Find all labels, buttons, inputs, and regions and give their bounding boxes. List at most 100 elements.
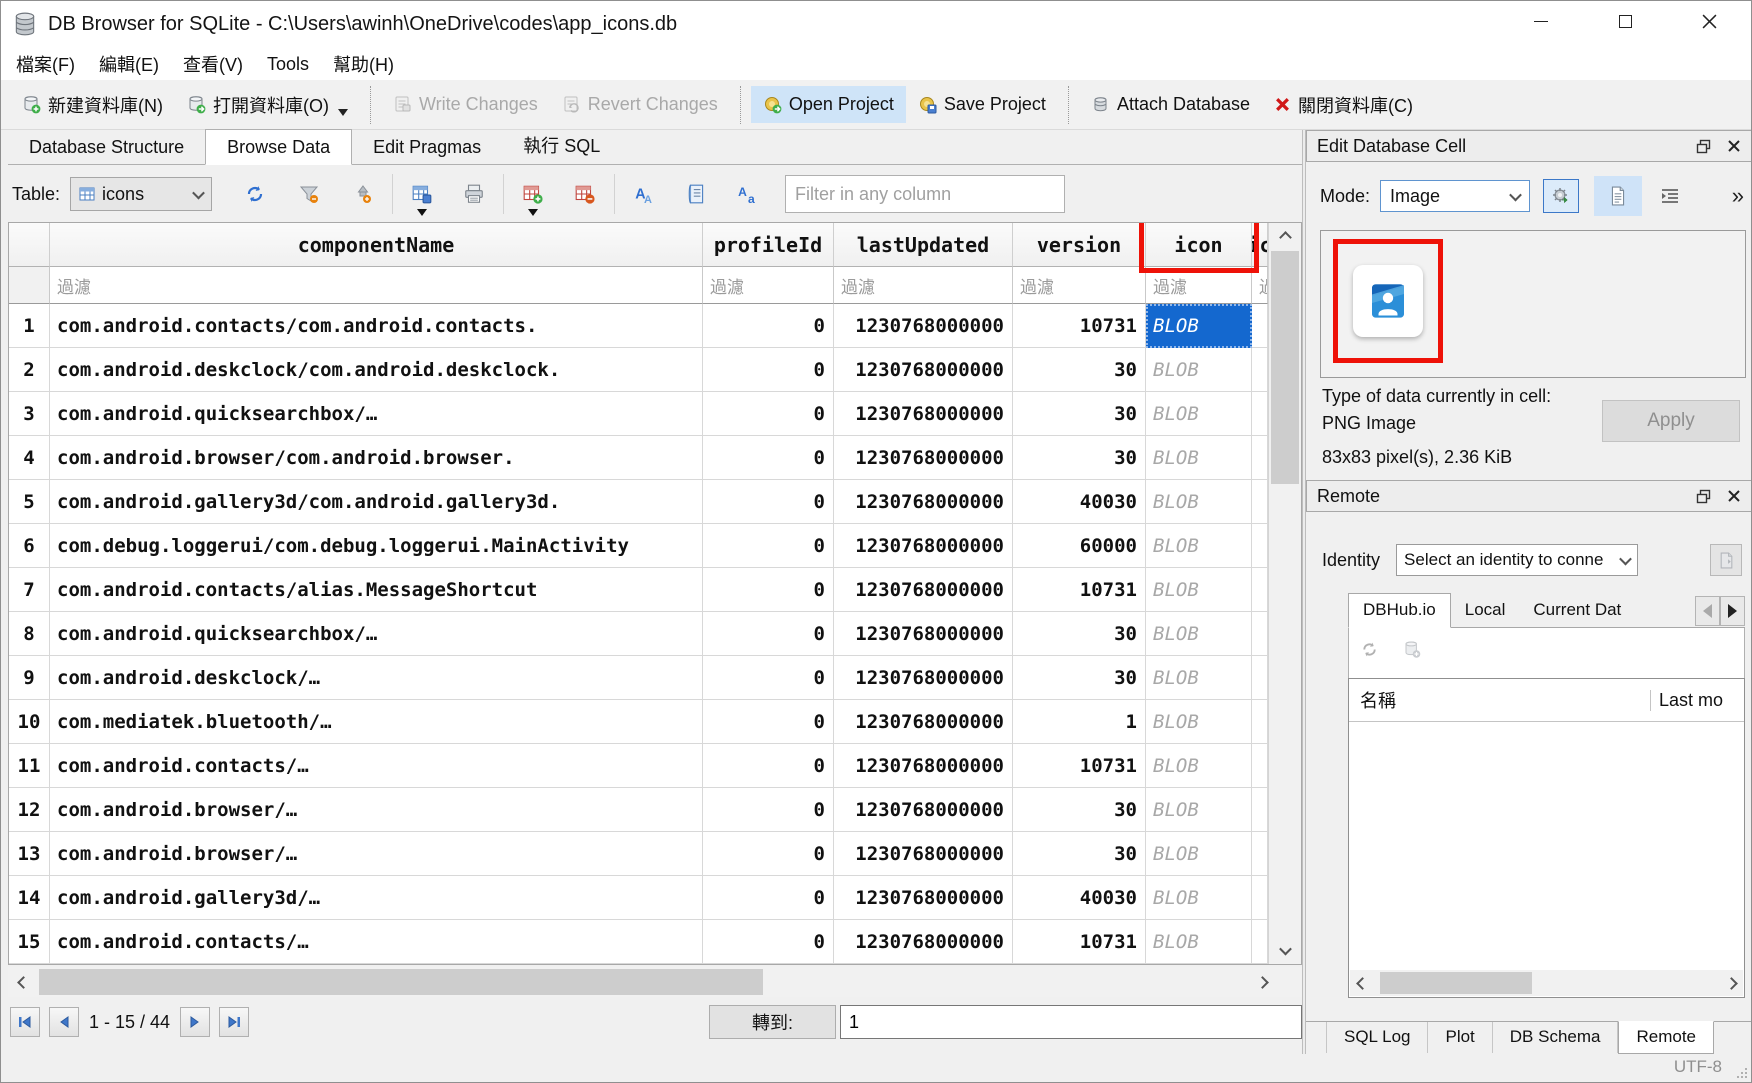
version-cell[interactable]: 10731 — [1013, 304, 1146, 348]
attach-database-button[interactable]: Attach Database — [1079, 86, 1262, 123]
float-panel-icon[interactable] — [1696, 489, 1711, 504]
header-partial[interactable]: ic — [1252, 223, 1268, 267]
row-number-cell[interactable]: 14 — [9, 876, 50, 920]
partial-cell[interactable] — [1252, 304, 1268, 348]
open-project-button[interactable]: Open Project — [751, 86, 906, 123]
profileId-cell[interactable]: 0 — [703, 436, 834, 480]
tab-edit-pragmas[interactable]: Edit Pragmas — [352, 132, 502, 164]
row-number-cell[interactable]: 12 — [9, 788, 50, 832]
delete-record-button[interactable] — [568, 176, 602, 212]
remote-list-hscrollbar[interactable] — [1350, 970, 1743, 996]
refresh-button[interactable] — [238, 176, 272, 212]
partial-cell[interactable] — [1252, 656, 1268, 700]
more-options-button[interactable]: » — [1732, 183, 1744, 209]
insert-record-button[interactable] — [516, 176, 550, 212]
remote-refresh-button[interactable] — [1360, 640, 1379, 659]
componentName-cell[interactable]: com.android.gallery3d/com.android.galler… — [50, 480, 703, 524]
close-panel-icon[interactable] — [1727, 139, 1741, 153]
resize-grip[interactable] — [1735, 1066, 1748, 1079]
componentName-cell[interactable]: com.android.deskclock/… — [50, 656, 703, 700]
scroll-left-button[interactable] — [1350, 970, 1374, 996]
close-panel-icon[interactable] — [1727, 489, 1741, 503]
row-number-cell[interactable]: 1 — [9, 304, 50, 348]
icon-blob-cell[interactable]: BLOB — [1146, 656, 1252, 700]
word-wrap-button[interactable] — [679, 176, 713, 212]
horizontal-scrollbar[interactable] — [8, 967, 1277, 997]
icon-blob-cell[interactable]: BLOB — [1146, 392, 1252, 436]
componentName-cell[interactable]: com.android.quicksearchbox/… — [50, 612, 703, 656]
header-componentName[interactable]: componentName — [50, 223, 703, 267]
lastUpdated-cell[interactable]: 1230768000000 — [834, 612, 1013, 656]
profileId-cell[interactable]: 0 — [703, 832, 834, 876]
icon-blob-cell[interactable]: BLOB — [1146, 788, 1252, 832]
vertical-scroll-thumb[interactable] — [1271, 251, 1299, 484]
componentName-cell[interactable]: com.debug.loggerui/com.debug.loggerui.Ma… — [50, 524, 703, 568]
filter-version[interactable]: 過濾 — [1013, 267, 1146, 304]
partial-cell[interactable] — [1252, 436, 1268, 480]
write-changes-button[interactable]: Write Changes — [381, 86, 550, 123]
table-select[interactable]: icons — [70, 177, 212, 211]
tab-current-database[interactable]: Current Dat — [1519, 594, 1635, 627]
lastUpdated-cell[interactable]: 1230768000000 — [834, 876, 1013, 920]
icon-blob-cell[interactable]: BLOB — [1146, 480, 1252, 524]
header-icon[interactable]: icon — [1146, 223, 1252, 267]
icon-blob-cell[interactable]: BLOB — [1146, 876, 1252, 920]
row-number-cell[interactable]: 5 — [9, 480, 50, 524]
tab-dbhub[interactable]: DBHub.io — [1348, 593, 1451, 628]
header-profileId[interactable]: profileId — [703, 223, 834, 267]
maximize-button[interactable] — [1602, 2, 1648, 40]
previous-record-button[interactable] — [49, 1007, 79, 1037]
version-cell[interactable]: 30 — [1013, 832, 1146, 876]
menu-file[interactable]: 檔案(F) — [4, 47, 87, 81]
row-number-cell[interactable]: 4 — [9, 436, 50, 480]
row-number-cell[interactable]: 10 — [9, 700, 50, 744]
tab-browse-data[interactable]: Browse Data — [205, 129, 352, 165]
componentName-cell[interactable]: com.android.browser/com.android.browser. — [50, 436, 703, 480]
icon-blob-cell[interactable]: BLOB — [1146, 568, 1252, 612]
text-view-button[interactable] — [1594, 176, 1642, 216]
partial-cell[interactable] — [1252, 744, 1268, 788]
row-number-cell[interactable]: 7 — [9, 568, 50, 612]
profileId-cell[interactable]: 0 — [703, 304, 834, 348]
header-version[interactable]: version — [1013, 223, 1146, 267]
scroll-up-button[interactable] — [1269, 223, 1301, 251]
filter-partial[interactable]: 過濾 — [1252, 267, 1268, 304]
version-cell[interactable]: 60000 — [1013, 524, 1146, 568]
partial-cell[interactable] — [1252, 480, 1268, 524]
lastUpdated-cell[interactable]: 1230768000000 — [834, 744, 1013, 788]
minimize-button[interactable] — [1518, 2, 1564, 40]
tab-execute-sql[interactable]: 執行 SQL — [502, 127, 621, 164]
partial-cell[interactable] — [1252, 392, 1268, 436]
profileId-cell[interactable]: 0 — [703, 700, 834, 744]
partial-cell[interactable] — [1252, 920, 1268, 964]
icon-blob-cell[interactable]: BLOB — [1146, 436, 1252, 480]
row-number-cell[interactable]: 8 — [9, 612, 50, 656]
icon-blob-cell[interactable]: BLOB — [1146, 700, 1252, 744]
scroll-down-button[interactable] — [1269, 936, 1301, 964]
profileId-cell[interactable]: 0 — [703, 568, 834, 612]
goto-button[interactable]: 轉到: — [709, 1005, 836, 1039]
tab-db-schema[interactable]: DB Schema — [1493, 1022, 1619, 1053]
remote-clone-button[interactable] — [1403, 640, 1421, 659]
lastUpdated-cell[interactable]: 1230768000000 — [834, 480, 1013, 524]
format-bold-button[interactable]: AA — [627, 176, 661, 212]
partial-cell[interactable] — [1252, 348, 1268, 392]
profileId-cell[interactable]: 0 — [703, 744, 834, 788]
icon-blob-cell[interactable]: BLOB — [1146, 304, 1252, 348]
componentName-cell[interactable]: com.android.quicksearchbox/… — [50, 392, 703, 436]
componentName-cell[interactable]: com.android.gallery3d/… — [50, 876, 703, 920]
save-project-button[interactable]: Save Project — [906, 86, 1058, 123]
horizontal-scroll-thumb[interactable] — [39, 969, 763, 995]
tab-database-structure[interactable]: Database Structure — [8, 132, 205, 164]
insert-record-dropdown-icon[interactable] — [528, 209, 538, 216]
tab-plot[interactable]: Plot — [1428, 1022, 1492, 1053]
lastUpdated-cell[interactable]: 1230768000000 — [834, 788, 1013, 832]
row-number-cell[interactable]: 9 — [9, 656, 50, 700]
mode-select[interactable]: Image — [1380, 180, 1530, 212]
icon-blob-cell[interactable]: BLOB — [1146, 920, 1252, 964]
componentName-cell[interactable]: com.android.browser/… — [50, 832, 703, 876]
lastUpdated-cell[interactable]: 1230768000000 — [834, 568, 1013, 612]
vertical-scrollbar[interactable] — [1268, 223, 1301, 964]
componentName-cell[interactable]: com.android.browser/… — [50, 788, 703, 832]
format-view-button[interactable] — [1660, 188, 1680, 204]
